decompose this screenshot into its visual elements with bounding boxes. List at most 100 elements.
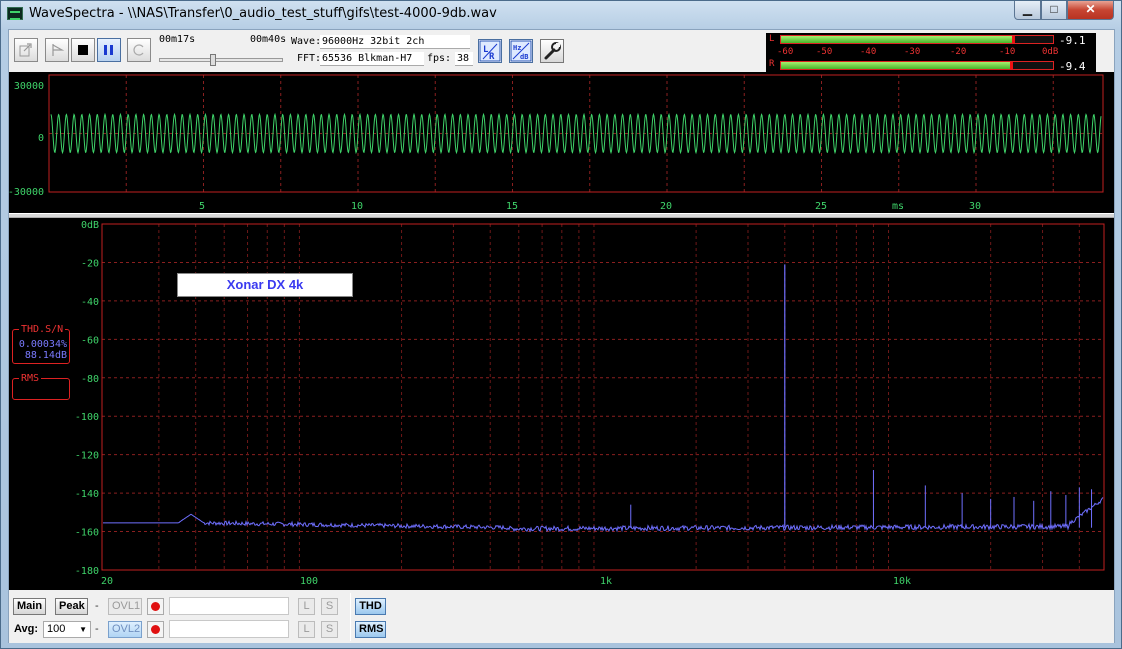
thd-value: 0.00034% [18, 339, 67, 350]
spec-y-tick: -60 [81, 335, 99, 346]
rms-title: RMS [19, 373, 42, 384]
meter-scale-tick: -40 [860, 47, 877, 57]
maximize-button[interactable]: □ [1041, 1, 1067, 20]
chart-annotation: Xonar DX 4k [177, 273, 353, 297]
meter-left-value: -9.1 [1059, 34, 1086, 47]
meter-left-peak [1011, 36, 1015, 43]
app-window: WaveSpectra - \\NAS\Transfer\0_audio_tes… [0, 0, 1122, 649]
meter-scale-tick: -30 [904, 47, 921, 57]
spec-y-tick: -40 [81, 297, 99, 308]
ovl2-l-button[interactable]: L [298, 621, 315, 638]
meter-right-bar [780, 61, 1054, 70]
rewind-button[interactable] [45, 38, 69, 62]
meter-right-peak [1010, 62, 1014, 69]
spec-y-tick: -160 [75, 528, 99, 539]
thd-readout: THD.S/N 0.00034% 88.14dB [12, 325, 70, 364]
chevron-down-icon: ▼ [79, 625, 87, 634]
meter-scale-tick: 0dB [1042, 47, 1059, 57]
loop-icon [133, 44, 144, 56]
ovl2-record-button[interactable] [147, 621, 164, 638]
rewind-icon [52, 44, 65, 56]
spec-x-tick: 10k [893, 576, 911, 587]
wrench-icon [544, 42, 561, 60]
meter-right-fill [781, 62, 1011, 69]
ovl1-record-button[interactable] [147, 598, 164, 615]
spec-y-tick: -180 [75, 566, 99, 577]
spec-y-tick: -20 [81, 258, 99, 269]
ovl1-name-field[interactable] [169, 597, 289, 615]
spec-y-tick: -80 [81, 374, 99, 385]
minimize-button[interactable]: ▁ [1014, 1, 1041, 20]
main-button[interactable]: Main [13, 598, 46, 615]
title-bar[interactable]: WaveSpectra - \\NAS\Transfer\0_audio_tes… [1, 1, 1121, 27]
bottom-controls: Main Peak - OVL1 L S Avg: 100 ▼ - OVL2 L… [9, 591, 1114, 643]
ovl2-button[interactable]: OVL2 [108, 621, 142, 638]
ovl1-l-button[interactable]: L [298, 598, 315, 615]
fps-label: fps: [427, 53, 452, 64]
meter-scale-tick: -10 [999, 47, 1016, 57]
fft-label: FFT: [297, 53, 322, 64]
svg-text:R: R [489, 52, 495, 62]
meter-left-fill [781, 36, 1012, 43]
meter-left-label: L [769, 34, 775, 44]
pause-button[interactable] [97, 38, 121, 62]
svg-text:dB: dB [520, 53, 528, 61]
toolbar: 00m17s 00m40s Wave: 96000Hz 32bit 2ch FF… [9, 30, 1114, 73]
seek-slider-thumb[interactable] [210, 54, 217, 66]
spec-y-tick: 0dB [81, 220, 99, 231]
meter-scale-tick: -50 [816, 47, 833, 57]
wave-label: Wave: [291, 36, 322, 47]
spec-y-tick: -100 [75, 412, 99, 423]
meter-right-label: R [769, 59, 775, 69]
wave-y-tick: 30000 [14, 81, 44, 92]
peak-button[interactable]: Peak [55, 598, 88, 615]
separator-dash: - [95, 623, 99, 635]
ovl1-button[interactable]: OVL1 [108, 598, 142, 615]
thd-title: THD.S/N [19, 324, 66, 335]
spectrum-trace [103, 497, 1104, 533]
spectrum-graph: 0dB -20 -40 -60 -80 -100 -120 -140 -160 -180 20 1… [75, 220, 1105, 587]
seek-slider[interactable] [159, 54, 283, 66]
svg-text:Hz: Hz [513, 44, 521, 52]
avg-label: Avg: [14, 623, 39, 635]
wave-x-tick: 15 [506, 201, 518, 212]
meter-scale: -60 -50 -40 -30 -20 -10 0dB [777, 47, 1070, 58]
open-file-icon [19, 43, 32, 57]
hz-db-button[interactable]: Hz dB [509, 39, 533, 63]
avg-select[interactable]: 100 ▼ [43, 621, 91, 638]
wave-x-tick: 20 [660, 201, 672, 212]
wave-x-tick: 30 [969, 201, 981, 212]
wave-y-tick: 0 [38, 133, 44, 144]
fps-value: 38 [455, 52, 473, 66]
rms-readout: RMS [12, 374, 70, 400]
ovl2-s-button[interactable]: S [321, 621, 338, 638]
lr-channel-button[interactable]: L R [478, 39, 502, 63]
app-icon [7, 7, 23, 20]
fft-setting[interactable]: 65536 Blkman-H7 [320, 52, 424, 66]
time-total: 00m40s [250, 34, 287, 45]
spec-x-tick: 20 [101, 576, 113, 587]
ovl1-s-button[interactable]: S [321, 598, 338, 615]
time-position: 00m17s [159, 34, 196, 45]
open-file-button[interactable] [14, 38, 38, 62]
settings-button[interactable] [540, 39, 564, 63]
window-title: WaveSpectra - \\NAS\Transfer\0_audio_tes… [29, 6, 497, 21]
meter-scale-tick: -20 [950, 47, 967, 57]
thd-button[interactable]: THD [355, 598, 386, 615]
wave-format: 96000Hz 32bit 2ch [320, 35, 470, 49]
waveform-panel[interactable]: 30000 0 -30000 5 10 15 20 25 30 ms [8, 72, 1114, 213]
snr-value: 88.14dB [24, 350, 67, 361]
spec-x-tick: 100 [300, 576, 318, 587]
wave-x-tick: 5 [199, 201, 205, 212]
spectrum-panel[interactable]: 0dB -20 -40 -60 -80 -100 -120 -140 -160 -180 20 1… [9, 218, 1114, 590]
level-meter: L -9.1 -60 -50 -40 -30 -20 -10 0dB R -9.… [766, 33, 1096, 73]
rms-button[interactable]: RMS [355, 621, 386, 638]
wave-x-unit: ms [892, 201, 904, 212]
close-button[interactable]: ✕ [1067, 1, 1114, 20]
spec-y-tick: -120 [75, 451, 99, 462]
client-area: 00m17s 00m40s Wave: 96000Hz 32bit 2ch FF… [8, 29, 1115, 643]
stop-button[interactable] [71, 38, 95, 62]
loop-button[interactable] [127, 38, 151, 62]
ovl2-name-field[interactable] [169, 620, 289, 638]
meter-left-bar [780, 35, 1054, 44]
